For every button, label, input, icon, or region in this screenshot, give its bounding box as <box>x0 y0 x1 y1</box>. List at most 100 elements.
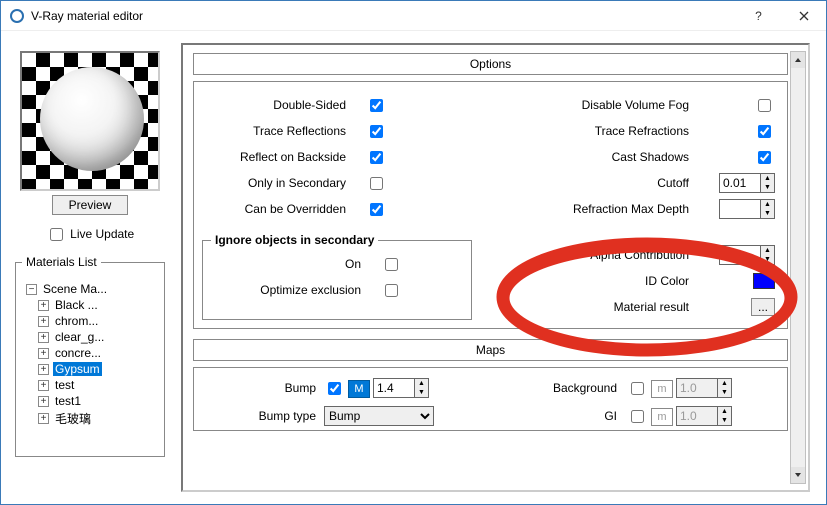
option-checkbox[interactable] <box>385 284 398 297</box>
spinner-down-icon[interactable]: ▼ <box>761 183 774 192</box>
map-row: BumpM▲▼Backgroundm▲▼ <box>204 374 777 402</box>
option-row: Can be OverriddenRefraction Max Depth▲▼ <box>206 196 775 222</box>
option-label: Refraction Max Depth <box>396 202 703 216</box>
option-row: Trace ReflectionsTrace Refractions <box>206 118 775 144</box>
preview-button[interactable]: Preview <box>52 195 129 215</box>
tree-item[interactable]: + Black ... <box>24 297 156 313</box>
help-button[interactable]: ? <box>736 1 781 31</box>
tree-expander-icon[interactable]: + <box>38 380 49 391</box>
option-row: ID Color <box>485 268 775 294</box>
option-label: Reflect on Backside <box>206 150 356 164</box>
tree-item[interactable]: +Gypsum <box>24 361 156 377</box>
tree-expander-icon[interactable]: + <box>38 300 49 311</box>
option-label: Alpha Contribution <box>485 248 703 262</box>
number-spinner[interactable]: ▲▼ <box>676 378 732 398</box>
tree-expander-icon[interactable]: + <box>38 413 49 424</box>
option-checkbox[interactable] <box>758 125 771 138</box>
option-checkbox[interactable] <box>758 151 771 164</box>
spinner-input <box>677 379 717 397</box>
properties-panel: Options Double-SidedDisable Volume FogTr… <box>181 43 810 492</box>
spinner-input[interactable] <box>720 200 760 218</box>
number-spinner[interactable]: ▲▼ <box>676 406 732 426</box>
tree-expander-icon[interactable]: + <box>38 396 49 407</box>
option-label: Only in Secondary <box>206 176 356 190</box>
id-color-swatch[interactable] <box>753 273 775 289</box>
materials-list-panel: Materials List − Scene Ma... +Black ...+… <box>15 262 165 457</box>
tree-item[interactable]: +test <box>24 377 156 393</box>
option-label: On <box>211 257 371 271</box>
spinner-up-icon[interactable]: ▲ <box>761 200 774 209</box>
map-enable-checkbox[interactable] <box>631 410 644 423</box>
option-checkbox[interactable] <box>385 258 398 271</box>
tree-item-label: chrom... <box>53 314 100 328</box>
preview-sphere <box>40 67 144 171</box>
spinner-down-icon[interactable]: ▼ <box>415 388 428 397</box>
number-spinner[interactable]: ▲▼ <box>719 199 775 219</box>
map-label: GI <box>474 409 627 423</box>
options-section-header[interactable]: Options <box>193 53 788 75</box>
materials-tree[interactable]: − Scene Ma... + Black ... + chrom...+clear_… <box>22 277 158 432</box>
close-button[interactable] <box>781 1 826 31</box>
live-update-label: Live Update <box>70 227 134 241</box>
tree-root[interactable]: − Scene Ma... <box>24 281 156 297</box>
scroll-up-icon[interactable] <box>791 52 805 68</box>
map-slot-button[interactable]: m <box>651 380 673 398</box>
option-label: Trace Refractions <box>396 124 703 138</box>
option-checkbox[interactable] <box>370 99 383 112</box>
spinner-up-icon[interactable]: ▲ <box>761 246 774 255</box>
spinner-down-icon[interactable]: ▼ <box>761 255 774 264</box>
tree-item[interactable]: +clear_g... <box>24 329 156 345</box>
spinner-down-icon[interactable]: ▼ <box>718 416 731 425</box>
tree-item[interactable]: + test1 <box>24 393 156 409</box>
scroll-down-icon[interactable] <box>791 467 805 483</box>
tree-expander-icon[interactable]: + <box>38 332 49 343</box>
tree-expander-icon[interactable]: + <box>38 364 49 375</box>
spinner-up-icon[interactable]: ▲ <box>761 174 774 183</box>
maps-section-header[interactable]: Maps <box>193 339 788 361</box>
spinner-up-icon[interactable]: ▲ <box>415 379 428 388</box>
option-row: Double-SidedDisable Volume Fog <box>206 92 775 118</box>
spinner-up-icon[interactable]: ▲ <box>718 379 731 388</box>
live-update-toggle[interactable]: Live Update <box>46 227 134 241</box>
spinner-input[interactable] <box>720 246 760 264</box>
option-checkbox[interactable] <box>370 125 383 138</box>
tree-item[interactable]: +concre... <box>24 345 156 361</box>
map-enable-checkbox[interactable] <box>631 382 644 395</box>
spinner-input[interactable] <box>374 379 414 397</box>
spinner-down-icon[interactable]: ▼ <box>718 388 731 397</box>
option-checkbox[interactable] <box>758 99 771 112</box>
tree-item[interactable]: + 毛玻璃 <box>24 409 156 428</box>
option-checkbox[interactable] <box>370 203 383 216</box>
options-header-label: Options <box>470 57 511 71</box>
vertical-scrollbar[interactable] <box>790 51 806 484</box>
spinner-input[interactable] <box>720 174 760 192</box>
map-slot-button[interactable]: M <box>348 380 370 398</box>
tree-expander-icon[interactable]: − <box>26 284 37 295</box>
map-row: Bump typeBumpGIm▲▼ <box>204 402 777 430</box>
bump-type-select[interactable]: Bump <box>324 406 434 426</box>
option-row: Reflect on Backside Cast Shadows <box>206 144 775 170</box>
number-spinner[interactable]: ▲▼ <box>719 173 775 193</box>
material-result-button[interactable]: ... <box>751 298 775 316</box>
number-spinner[interactable]: ▲▼ <box>373 378 429 398</box>
number-spinner[interactable]: ▲▼ <box>719 245 775 265</box>
map-enable-checkbox[interactable] <box>328 382 341 395</box>
tree-item-label: Black ... <box>53 298 100 312</box>
left-column: Preview Live Update Materials List − Sce… <box>15 43 165 457</box>
tree-expander-icon[interactable]: + <box>38 316 49 327</box>
spinner-down-icon[interactable]: ▼ <box>761 209 774 218</box>
option-checkbox[interactable] <box>370 177 383 190</box>
option-row: Material result... <box>485 294 775 320</box>
map-label: Bump <box>204 381 324 395</box>
tree-item-label: 毛玻璃 <box>53 410 93 427</box>
option-checkbox[interactable] <box>370 151 383 164</box>
tree-expander-icon[interactable]: + <box>38 348 49 359</box>
map-slot-button[interactable]: m <box>651 408 673 426</box>
maps-header-label: Maps <box>476 343 505 357</box>
option-label: Cast Shadows <box>396 150 703 164</box>
spinner-up-icon[interactable]: ▲ <box>718 407 731 416</box>
option-label: Optimize exclusion <box>211 283 371 297</box>
live-update-checkbox[interactable] <box>50 228 63 241</box>
tree-item[interactable]: + chrom... <box>24 313 156 329</box>
tree-item-label: test1 <box>53 394 83 408</box>
